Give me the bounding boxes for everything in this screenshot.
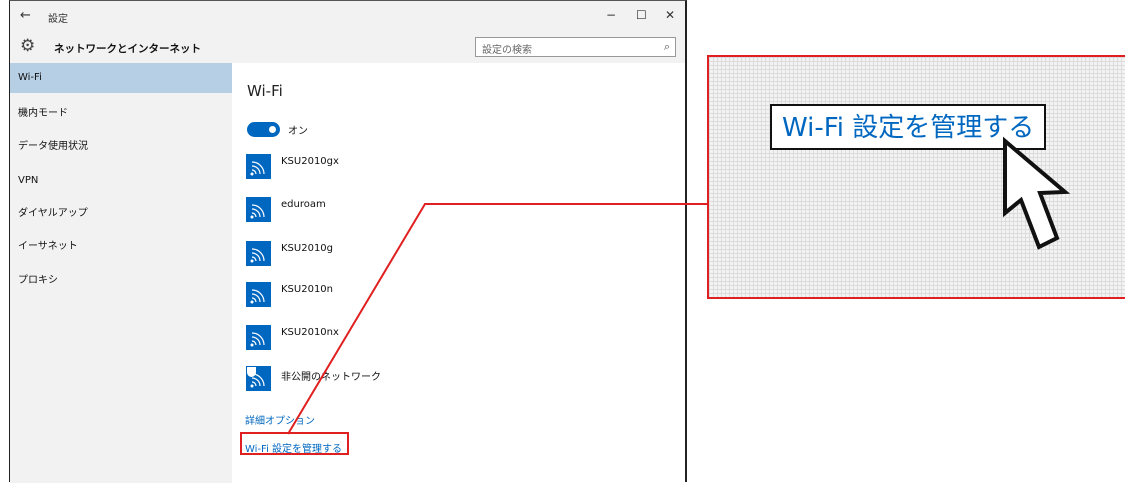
network-name: KSU2010nx [281,327,339,338]
network-item[interactable]: KSU2010gx [246,154,626,190]
sidebar-item-proxy[interactable]: プロキシ [10,266,232,296]
search-input[interactable]: 設定の検索 ⌕ [475,37,676,57]
wifi-panel: Wi-Fi オン KSU2010gx eduroam KSU2010g KSU2… [232,63,685,482]
window-title: 設定 [48,14,68,25]
network-name: eduroam [281,199,326,210]
network-item[interactable]: KSU2010nx [246,325,626,361]
section-title: Wi-Fi [247,82,283,100]
network-item[interactable]: KSU2010n [246,282,626,318]
page-header: ⚙ ネットワークとインターネット 設定の検索 ⌕ [10,33,685,63]
network-name: 非公開のネットワーク [281,372,381,383]
sidebar-item-wifi[interactable]: Wi-Fi [10,63,232,93]
wifi-signal-icon [246,241,271,266]
search-placeholder: 設定の検索 [482,45,532,56]
network-name: KSU2010n [281,284,334,295]
wifi-signal-icon [246,325,271,350]
search-icon[interactable]: ⌕ [664,40,670,54]
wifi-signal-icon [246,366,271,391]
network-item[interactable]: eduroam [246,197,626,233]
network-name: KSU2010gx [281,156,339,167]
highlight-box [240,432,349,455]
mouse-cursor-icon [1003,136,1071,250]
wifi-signal-icon [246,197,271,222]
wifi-toggle-label: オン [288,126,308,137]
back-arrow-icon[interactable]: ← [20,8,31,23]
minimize-button[interactable]: − [606,8,616,22]
toggle-knob [269,126,276,133]
network-name: KSU2010g [281,243,334,254]
network-item[interactable]: KSU2010g [246,241,626,277]
shield-icon [247,367,256,377]
close-button[interactable]: ✕ [665,8,675,22]
sidebar: Wi-Fi 機内モード データ使用状況 VPN ダイヤルアップ イーサネット プ… [10,63,232,483]
advanced-options-link[interactable]: 詳細オプション [245,412,315,427]
title-bar: ← 設定 − ☐ ✕ [10,1,685,33]
sidebar-item-data-usage[interactable]: データ使用状況 [10,132,232,162]
gear-icon: ⚙ [20,36,36,56]
page-title: ネットワークとインターネット [54,43,201,55]
sidebar-item-airplane-mode[interactable]: 機内モード [10,99,232,129]
zoom-callout: Wi-Fi 設定を管理する [707,55,1125,299]
wifi-signal-icon [246,154,271,179]
network-item[interactable]: 非公開のネットワーク [246,366,626,402]
sidebar-item-vpn[interactable]: VPN [10,166,232,196]
maximize-button[interactable]: ☐ [636,8,647,22]
settings-window: ← 設定 − ☐ ✕ ⚙ ネットワークとインターネット 設定の検索 ⌕ Wi-F… [9,0,687,483]
sidebar-item-dial-up[interactable]: ダイヤルアップ [10,199,232,229]
sidebar-item-ethernet[interactable]: イーサネット [10,232,232,262]
wifi-toggle[interactable] [247,122,280,137]
wifi-signal-icon [246,282,271,307]
